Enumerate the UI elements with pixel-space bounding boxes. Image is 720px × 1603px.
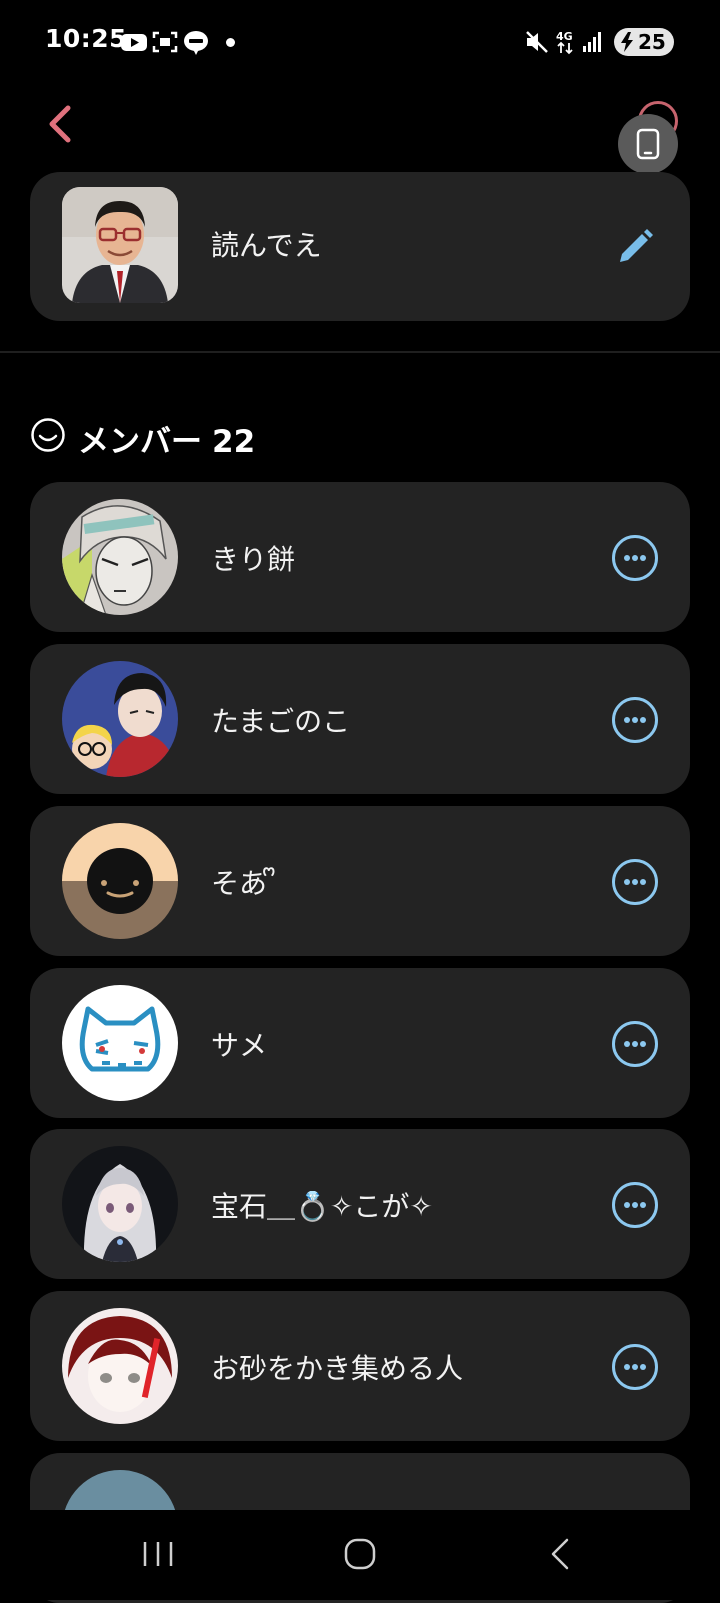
member-name: きり餅 xyxy=(211,543,296,576)
line-icon xyxy=(184,31,208,55)
smartphone-icon xyxy=(636,128,660,160)
member-avatar-image xyxy=(62,1308,178,1424)
member-avatar xyxy=(62,823,178,939)
member-avatar xyxy=(62,499,178,615)
status-bar: 10:25 4G 25 xyxy=(0,0,720,84)
pencil-icon xyxy=(620,229,653,262)
members-label: メンバー xyxy=(78,424,202,460)
member-name: お砂をかき集める人 xyxy=(211,1352,464,1385)
more-options-button[interactable] xyxy=(612,697,658,743)
smile-icon xyxy=(31,418,65,452)
floating-device-button[interactable] xyxy=(618,114,678,174)
navigation-bar xyxy=(0,1510,720,1600)
member-avatar-image xyxy=(62,985,178,1101)
status-time: 10:25 xyxy=(45,24,128,53)
member-name: たまごのこ xyxy=(211,705,351,738)
group-card[interactable]: 読んでえ xyxy=(30,172,690,321)
more-options-button[interactable] xyxy=(612,1182,658,1228)
back-icon[interactable] xyxy=(537,1534,587,1574)
more-options-button[interactable] xyxy=(612,1021,658,1067)
edit-group-button[interactable] xyxy=(616,224,656,264)
mute-icon xyxy=(526,31,548,53)
members-count: 22 xyxy=(212,424,256,460)
network-4g-icon: 4G xyxy=(556,30,573,55)
member-row[interactable]: たまごのこ xyxy=(30,644,690,794)
more-options-button[interactable] xyxy=(612,535,658,581)
member-avatar xyxy=(62,1146,178,1262)
member-name: サメ xyxy=(211,1029,268,1062)
charging-icon xyxy=(621,32,633,52)
member-row[interactable]: 宝石＿💍✧こが✧ xyxy=(30,1129,690,1279)
member-avatar-image xyxy=(62,661,178,777)
battery-level: 25 xyxy=(638,30,666,54)
member-row[interactable]: サメ xyxy=(30,968,690,1118)
member-row[interactable]: そあ ᩚ xyxy=(30,806,690,956)
group-name: 読んでえ xyxy=(211,229,322,262)
member-avatar xyxy=(62,661,178,777)
more-options-button[interactable] xyxy=(612,859,658,905)
member-avatar xyxy=(62,1308,178,1424)
group-avatar-image xyxy=(62,187,178,303)
group-avatar xyxy=(62,187,178,303)
more-options-button[interactable] xyxy=(612,1344,658,1390)
notification-dot-icon xyxy=(226,38,235,47)
signal-icon xyxy=(583,32,601,52)
svg-text:4G: 4G xyxy=(556,30,573,43)
back-button[interactable] xyxy=(40,100,80,148)
section-divider xyxy=(0,351,720,353)
member-avatar-image xyxy=(62,1146,178,1262)
home-icon[interactable] xyxy=(335,1534,385,1574)
member-avatar-image xyxy=(62,499,178,615)
member-avatar-image xyxy=(62,823,178,939)
battery-icon: 25 xyxy=(614,28,674,56)
youtube-icon xyxy=(121,34,147,51)
member-name: 宝石＿💍✧こが✧ xyxy=(211,1190,433,1223)
member-row[interactable]: お砂をかき集める人 xyxy=(30,1291,690,1441)
member-name: そあ ᩚ xyxy=(211,867,276,900)
member-row[interactable]: きり餅 xyxy=(30,482,690,632)
member-avatar xyxy=(62,985,178,1101)
recent-apps-icon[interactable] xyxy=(133,1534,183,1574)
screenshot-icon xyxy=(152,31,178,53)
